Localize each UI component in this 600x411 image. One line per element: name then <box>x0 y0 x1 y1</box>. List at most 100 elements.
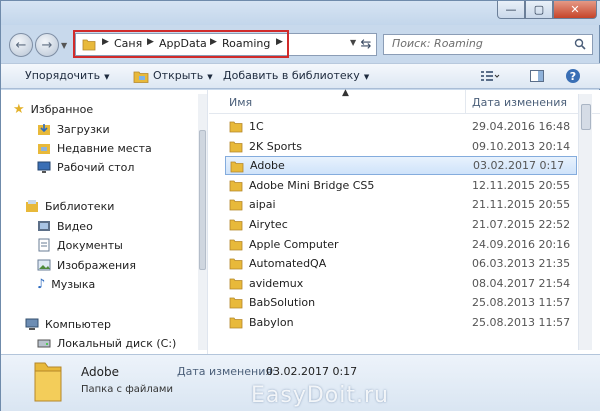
file-date: 29.04.2016 16:48 <box>472 120 571 133</box>
nav-item-desktop[interactable]: Рабочий стол <box>37 158 134 176</box>
nav-item-label: Видео <box>57 219 93 233</box>
details-item-type: Папка с файлами <box>81 384 173 395</box>
star-icon: ★ <box>13 101 25 117</box>
nav-item-local-disk[interactable]: Локальный диск (C:) <box>37 334 176 352</box>
file-name: Apple Computer <box>249 237 339 251</box>
recent-pages-chevron-icon[interactable]: ▼ <box>61 41 67 50</box>
nav-item-favorites[interactable]: ★ Избранное <box>13 100 93 118</box>
nav-item-video[interactable]: Видео <box>37 217 93 235</box>
table-row[interactable]: 2K Sports 09.10.2013 20:14 <box>225 137 577 156</box>
nav-item-label: Недавние места <box>57 141 152 155</box>
title-bar: — ▢ ✕ <box>1 1 600 25</box>
arrow-left-icon: ← <box>15 37 27 53</box>
file-date: 25.08.2013 11:57 <box>472 316 571 329</box>
file-list-pane: ▲ Имя Дата изменения 1C 29.04.2016 16:48 2… <box>209 88 600 354</box>
open-folder-icon <box>133 71 149 83</box>
help-icon[interactable]: ? <box>565 68 581 84</box>
folder-icon <box>229 297 243 309</box>
details-date-label: Дата изменения: <box>177 365 276 378</box>
folder-icon <box>229 258 243 270</box>
table-row[interactable]: avidemux 08.04.2017 21:54 <box>225 274 577 293</box>
pictures-icon <box>37 259 51 271</box>
table-row[interactable]: BabSolution 25.08.2013 11:57 <box>225 293 577 312</box>
folder-icon <box>229 239 243 250</box>
table-row[interactable]: AutomatedQA 06.03.2013 21:35 <box>225 254 577 273</box>
back-button[interactable]: ← <box>9 33 33 57</box>
chevron-down-icon: ▼ <box>363 73 370 81</box>
details-date-value: 03.02.2017 0:17 <box>266 365 358 378</box>
add-to-library-button[interactable]: Добавить в библиотеку ▼ <box>223 69 369 82</box>
nav-item-libraries[interactable]: Библиотеки <box>25 197 114 215</box>
navigation-scrollbar-thumb[interactable] <box>199 130 206 270</box>
open-label: Открыть <box>153 69 204 82</box>
maximize-button[interactable]: ▢ <box>525 1 553 19</box>
computer-icon <box>25 318 39 330</box>
search-placeholder: Поиск: Roaming <box>392 37 483 50</box>
table-row[interactable]: Apple Computer 24.09.2016 20:16 <box>225 235 577 254</box>
folder-icon <box>229 121 243 133</box>
folder-icon <box>229 199 243 211</box>
table-row[interactable]: 1C 29.04.2016 16:48 <box>225 117 577 136</box>
file-date: 08.04.2017 21:54 <box>472 276 571 290</box>
column-divider[interactable] <box>465 90 466 114</box>
file-date: 09.10.2013 20:14 <box>472 139 571 153</box>
desktop-icon <box>37 161 51 173</box>
column-header-name[interactable]: Имя <box>229 96 252 109</box>
open-button[interactable]: Открыть ▼ <box>153 69 213 82</box>
file-date: 21.07.2015 22:52 <box>472 218 571 231</box>
file-list-scrollbar[interactable] <box>578 94 592 350</box>
column-header-date[interactable]: Дата изменения <box>472 96 567 109</box>
file-date: 24.09.2016 20:16 <box>472 237 571 251</box>
details-item-name: Adobe <box>81 365 119 379</box>
table-row[interactable]: Adobe 03.02.2017 0:17 <box>225 156 577 176</box>
file-name: aipai <box>249 198 276 212</box>
table-row[interactable]: Babylon 25.08.2013 11:57 <box>225 313 577 332</box>
nav-item-label: Загрузки <box>57 122 110 136</box>
video-icon <box>38 221 50 231</box>
nav-item-label: Музыка <box>51 277 96 291</box>
nav-item-pictures[interactable]: Изображения <box>37 256 136 274</box>
nav-item-label: Компьютер <box>45 317 111 331</box>
table-row[interactable]: aipai 21.11.2015 20:55 <box>225 195 577 214</box>
column-headers: ▲ Имя Дата изменения <box>209 88 600 114</box>
details-pane: Adobe Папка с файлами Дата изменения: 03… <box>1 354 600 411</box>
organize-label: Упорядочить <box>25 69 101 82</box>
table-row[interactable]: Airytec 21.07.2015 22:52 <box>225 215 577 234</box>
file-name: Adobe Mini Bridge CS5 <box>249 178 375 192</box>
navigation-pane: ★ Избранное Загрузки Недавние места Рабо… <box>1 90 208 354</box>
nav-item-computer[interactable]: Компьютер <box>25 315 111 333</box>
file-name: avidemux <box>249 276 304 290</box>
file-list-scrollbar-thumb[interactable] <box>581 104 591 130</box>
watermark-text: EasyDoit.ru <box>251 383 389 408</box>
file-name: Adobe <box>250 159 285 173</box>
nav-item-documents[interactable]: Документы <box>37 236 123 254</box>
file-name: 1C <box>249 120 264 133</box>
folder-icon <box>229 219 243 231</box>
search-input[interactable]: Поиск: Roaming <box>383 34 593 55</box>
folder-icon <box>229 180 243 192</box>
table-row[interactable]: Adobe Mini Bridge CS5 12.11.2015 20:55 <box>225 176 577 195</box>
navigation-scrollbar[interactable] <box>198 94 207 350</box>
forward-button[interactable]: → <box>35 33 59 57</box>
explorer-window: — ▢ ✕ ← → ▼ ▶ Саня ▶ AppData ▶ Roaming ▶… <box>0 0 600 411</box>
folder-icon <box>229 317 243 329</box>
folder-icon <box>34 362 62 402</box>
search-icon <box>574 38 586 50</box>
nav-item-recent-places[interactable]: Недавние места <box>37 139 152 157</box>
recent-places-icon <box>38 144 50 154</box>
content-area: ★ Избранное Загрузки Недавние места Рабо… <box>1 88 600 354</box>
nav-item-label: Локальный диск (C:) <box>57 336 177 350</box>
nav-item-label: Библиотеки <box>45 199 115 213</box>
file-date: 12.11.2015 20:55 <box>472 178 571 192</box>
view-options-icon[interactable] <box>479 68 501 84</box>
file-name: Babylon <box>249 316 294 329</box>
file-date: 25.08.2013 11:57 <box>472 296 571 310</box>
refresh-button[interactable]: ⇆ <box>354 34 378 55</box>
organize-button[interactable]: Упорядочить ▼ <box>25 69 110 82</box>
nav-item-downloads[interactable]: Загрузки <box>37 120 110 138</box>
minimize-button[interactable]: — <box>497 1 525 19</box>
nav-item-music[interactable]: ♪ Музыка <box>37 275 95 293</box>
close-button[interactable]: ✕ <box>553 1 597 19</box>
folder-icon <box>229 278 243 290</box>
preview-pane-icon[interactable] <box>529 68 545 84</box>
